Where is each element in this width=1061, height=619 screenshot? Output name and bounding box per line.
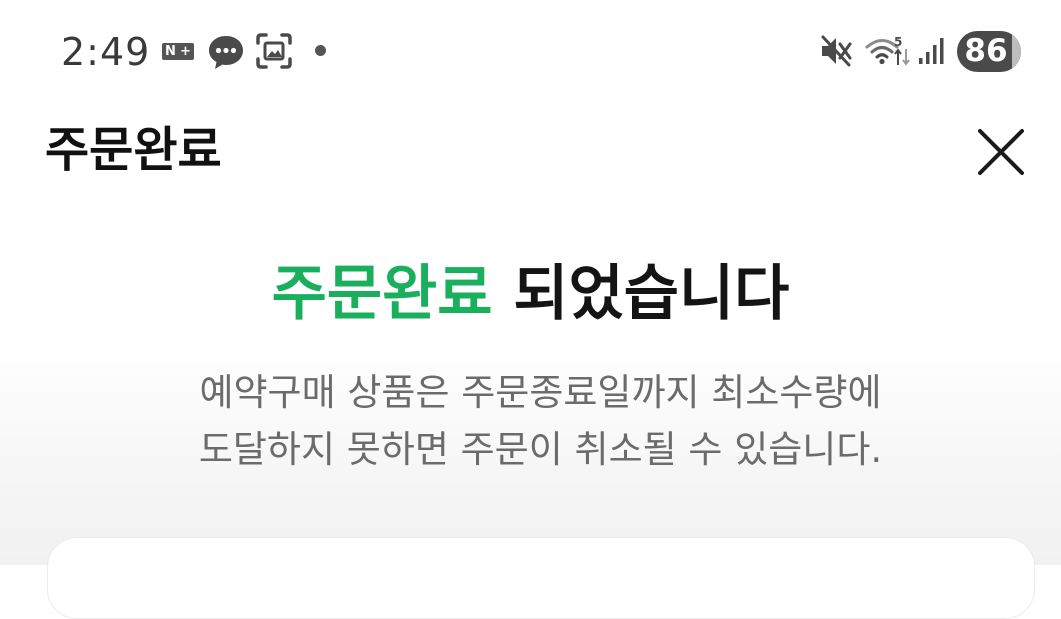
close-icon[interactable] <box>974 125 1028 179</box>
notice-line-1: 예약구매 상품은 주문종료일까지 최소수량에 <box>199 371 882 414</box>
signal-icon <box>919 38 944 64</box>
nplus-icon: N + <box>162 43 194 60</box>
mute-icon <box>821 35 852 67</box>
preorder-notice: 예약구매 상품은 주문종료일까지 최소수량에 도달하지 못하면 주문이 취소될 … <box>0 364 1061 478</box>
order-complete-headline: 주문완료 되었습니다 <box>0 256 1061 332</box>
svg-text:5: 5 <box>894 35 902 49</box>
headline-rest: 되었습니다 <box>513 259 790 329</box>
chat-icon <box>209 36 243 69</box>
status-bar: 2:49 N + 5 86 <box>0 0 1061 100</box>
battery-icon: 86 <box>957 31 1021 72</box>
screenshot-icon <box>256 33 292 69</box>
order-summary-card <box>47 537 1035 619</box>
status-time: 2:49 <box>61 30 151 74</box>
page-title: 주문완료 <box>45 122 222 178</box>
close-button[interactable] <box>974 125 1028 179</box>
wifi-icon: 5 <box>865 35 910 66</box>
dot-icon <box>315 45 326 56</box>
battery-level: 86 <box>964 33 1008 69</box>
headline-accent: 주문완료 <box>271 259 493 329</box>
notice-line-2: 도달하지 못하면 주문이 취소될 수 있습니다. <box>198 428 883 471</box>
